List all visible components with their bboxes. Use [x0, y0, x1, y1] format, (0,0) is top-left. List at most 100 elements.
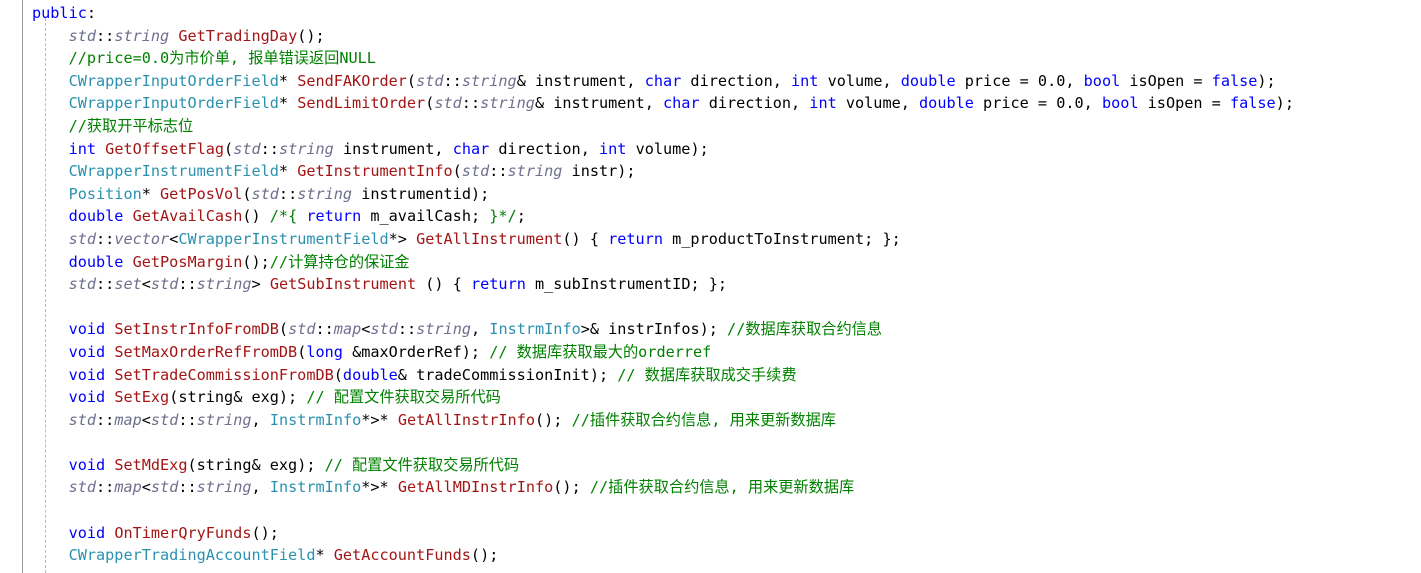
- code-line[interactable]: double GetAvailCash() /*{ return m_avail…: [0, 205, 1421, 228]
- code-token-fn: GetSubInstrument: [269, 275, 417, 294]
- code-token-pl: ::: [96, 410, 115, 429]
- code-line[interactable]: [0, 296, 1421, 319]
- code-line[interactable]: [0, 431, 1421, 454]
- code-token-pl: ();: [553, 478, 590, 497]
- code-line[interactable]: std::string GetTradingDay();: [0, 25, 1421, 48]
- code-line[interactable]: CWrapperInputOrderField* SendLimitOrder(…: [0, 92, 1421, 115]
- code-token-pl: (: [278, 320, 289, 339]
- code-token-std: std: [251, 184, 279, 203]
- code-line[interactable]: CWrapperInstrumentField* GetInstrumentIn…: [0, 160, 1421, 183]
- code-token-pl: <: [141, 410, 151, 429]
- code-token-fn: GetInstrumentInfo: [297, 162, 453, 181]
- code-token-pl: volume,: [836, 94, 920, 113]
- code-token-kw: bool: [1083, 71, 1121, 90]
- code-token-pl: (: [224, 139, 234, 158]
- code-token-kw: void: [68, 523, 106, 542]
- code-line[interactable]: void SetTradeCommissionFromDB(double& tr…: [0, 364, 1421, 387]
- code-line[interactable]: std::set<std::string> GetSubInstrument (…: [0, 273, 1421, 296]
- code-line[interactable]: //price=0.0为市价单, 报单错误返回NULL: [0, 47, 1421, 70]
- code-line[interactable]: void OnTimerQryFunds();: [0, 522, 1421, 545]
- code-line[interactable]: void SetMdExg(string& exg); // 配置文件获取交易所…: [0, 454, 1421, 477]
- code-token-fn: SetExg: [114, 388, 170, 407]
- code-line[interactable]: int GetOffsetFlag(std::string instrument…: [0, 138, 1421, 161]
- code-token-pl: direction,: [699, 94, 810, 113]
- code-token-std: std: [150, 275, 179, 294]
- code-token-fn: SetMdExg: [114, 455, 188, 474]
- code-line[interactable]: void SetInstrInfoFromDB(std::map<std::st…: [0, 318, 1421, 341]
- code-token-std: string: [114, 26, 170, 45]
- code-line[interactable]: void SetExg(string& exg); // 配置文件获取交易所代码: [0, 386, 1421, 409]
- code-token-kw: false: [1229, 94, 1276, 113]
- code-token-fn: SendLimitOrder: [297, 94, 426, 113]
- code-token-pl: & tradeCommissionInit);: [397, 365, 618, 384]
- code-token-num: 0.0: [1037, 71, 1066, 90]
- code-token-pl: ,: [1083, 94, 1102, 113]
- code-token-pl: price =: [973, 94, 1057, 113]
- source-code-block[interactable]: public: std::string GetTradingDay(); //p…: [0, 0, 1421, 567]
- code-token-pl: *>: [388, 229, 417, 248]
- code-line[interactable]: void SetMaxOrderRefFromDB(long &maxOrder…: [0, 341, 1421, 364]
- code-line[interactable]: CWrapperTradingAccountField* GetAccountF…: [0, 544, 1421, 567]
- code-line[interactable]: Position* GetPosVol(std::string instrume…: [0, 183, 1421, 206]
- code-token-fn: GetAvailCash: [132, 207, 243, 226]
- code-token-pl: ::: [96, 275, 115, 294]
- code-token-pl: ::: [461, 94, 481, 113]
- code-line[interactable]: [0, 499, 1421, 522]
- code-token-pl: *: [278, 94, 298, 113]
- code-token-kw: double: [900, 71, 956, 90]
- code-token-pl: () {: [562, 229, 609, 248]
- code-token-pl: :: [86, 4, 97, 22]
- code-token-pl: direction,: [681, 71, 792, 90]
- code-token-pl: ::: [489, 162, 508, 181]
- code-token-pl: ::: [397, 320, 417, 339]
- code-token-cls: CWrapperInputOrderField: [68, 71, 279, 90]
- code-token-std: string: [507, 162, 563, 181]
- code-token-pl: direction,: [489, 139, 599, 158]
- code-token-kw: return: [608, 229, 663, 248]
- code-token-pl: ::: [178, 478, 197, 497]
- code-token-kw: void: [68, 365, 106, 384]
- code-token-pl: ::: [315, 320, 334, 339]
- code-token-cm: //获取开平标志位: [68, 116, 194, 135]
- code-token-pl: ::: [178, 410, 197, 429]
- code-line[interactable]: double GetPosMargin();//计算持仓的保证金: [0, 251, 1421, 274]
- code-token-pl: instr);: [562, 162, 636, 181]
- code-line[interactable]: std::map<std::string, InstrmInfo*>* GetA…: [0, 476, 1421, 499]
- code-token-kw: return: [306, 207, 362, 226]
- code-editor-pane[interactable]: public: std::string GetTradingDay(); //p…: [0, 0, 1421, 573]
- code-token-std: map: [333, 320, 362, 339]
- code-line[interactable]: std::vector<CWrapperInstrumentField*> Ge…: [0, 228, 1421, 251]
- code-token-pl: ();: [470, 546, 499, 565]
- code-token-cm: // 数据库获取成交手续费: [617, 365, 797, 384]
- code-line[interactable]: std::map<std::string, InstrmInfo*>* GetA…: [0, 409, 1421, 432]
- code-token-fn: GetAllInstrInfo: [397, 410, 535, 429]
- code-token-fn: SetMaxOrderRefFromDB: [114, 342, 298, 361]
- code-token-kw: double: [68, 252, 124, 271]
- code-token-cm: //数据库获取合约信息: [727, 320, 883, 339]
- code-token-kw: int: [599, 139, 627, 158]
- code-line[interactable]: public:: [0, 2, 1421, 25]
- code-token-fn: SetTradeCommissionFromDB: [114, 365, 334, 384]
- code-token-kw: false: [1211, 71, 1258, 90]
- code-token-pl: m_subInstrumentID; };: [525, 275, 728, 294]
- code-token-fn: GetAllInstrument: [416, 229, 563, 248]
- code-token-kw: char: [662, 94, 700, 113]
- code-token-pl: (: [333, 365, 343, 384]
- code-line[interactable]: CWrapperInputOrderField* SendFAKOrder(st…: [0, 70, 1421, 93]
- code-token-std: std: [233, 139, 261, 158]
- code-line[interactable]: //获取开平标志位: [0, 115, 1421, 138]
- code-token-pl: ,: [1065, 71, 1084, 90]
